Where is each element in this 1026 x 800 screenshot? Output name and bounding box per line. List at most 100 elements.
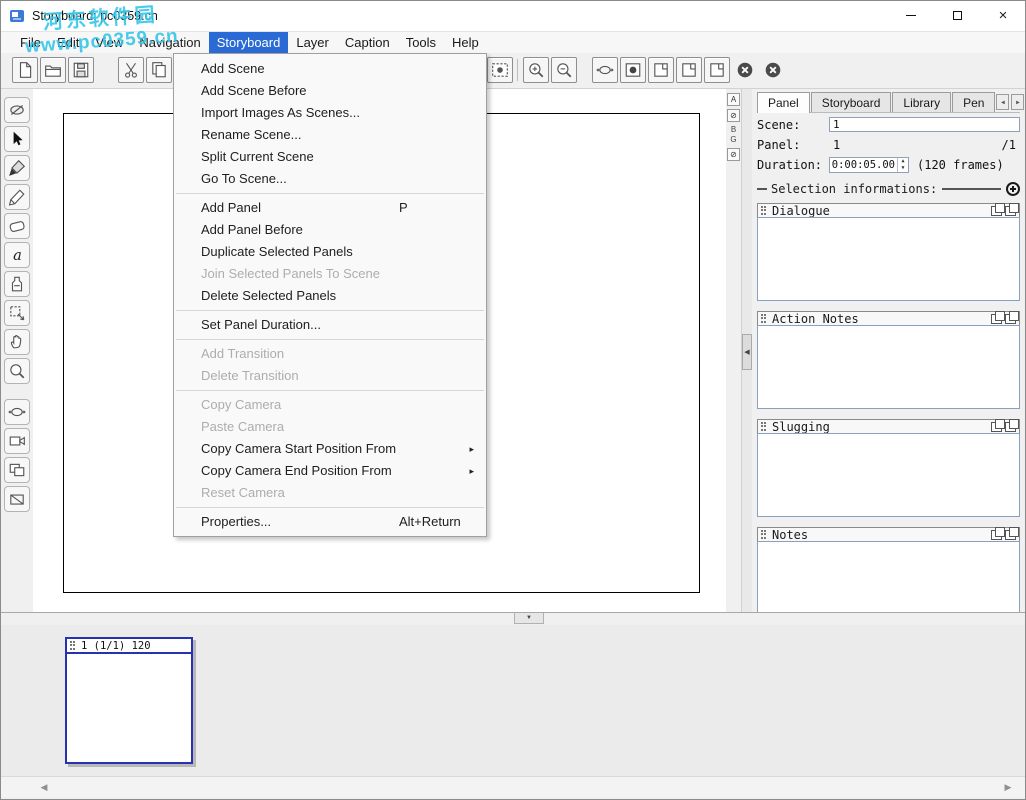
menu-item-split-current-scene[interactable]: Split Current Scene — [174, 146, 486, 168]
new-button[interactable] — [12, 57, 38, 83]
transition-button[interactable] — [592, 57, 618, 83]
menu-item-properties[interactable]: Properties... Alt+Return — [174, 511, 486, 533]
new-icon — [16, 61, 34, 79]
horizontal-scrollbar[interactable]: ◀ ▶ — [0, 776, 1026, 797]
menu-storyboard[interactable]: Storyboard — [209, 32, 289, 53]
tab-scroll-left-button[interactable]: ◀ — [996, 94, 1009, 110]
popout-icon[interactable] — [991, 530, 1002, 540]
layer-bg-hide-button[interactable]: ⊘ — [727, 148, 740, 161]
menu-item-add-panel-before[interactable]: Add Panel Before — [174, 219, 486, 241]
dialogue-textarea[interactable] — [757, 217, 1020, 301]
mask-button-2[interactable] — [760, 57, 786, 83]
menu-item-go-to-scene[interactable]: Go To Scene... — [174, 168, 486, 190]
panel-button-1[interactable] — [648, 57, 674, 83]
tab-storyboard[interactable]: Storyboard — [811, 92, 892, 112]
ellipse-tool-button[interactable] — [4, 399, 30, 425]
menu-help[interactable]: Help — [444, 32, 487, 53]
text-tool-button[interactable] — [4, 242, 30, 268]
zoom-toolbar-group — [523, 57, 577, 83]
tab-pen[interactable]: Pen — [952, 92, 995, 112]
menu-item-add-scene-before[interactable]: Add Scene Before — [174, 80, 486, 102]
zoom-out-button[interactable] — [551, 57, 577, 83]
slugging-header-icons — [991, 422, 1016, 432]
vertical-splitter[interactable]: ◀ — [741, 89, 752, 612]
action-notes-header[interactable]: Action Notes — [757, 311, 1020, 326]
capture-button[interactable] — [487, 57, 513, 83]
tab-panel[interactable]: Panel — [757, 92, 810, 113]
menu-navigation[interactable]: Navigation — [131, 32, 208, 53]
cutter-icon — [8, 101, 26, 119]
expand-info-icon[interactable] — [1006, 182, 1020, 196]
expand-icon[interactable] — [1005, 422, 1016, 432]
popout-icon[interactable] — [991, 422, 1002, 432]
cut-button[interactable] — [118, 57, 144, 83]
pencil-tool-button[interactable] — [4, 184, 30, 210]
close-icon: × — [999, 8, 1008, 23]
menu-item-copy-camera-end[interactable]: Copy Camera End Position From ▸ — [174, 460, 486, 482]
minimize-button[interactable] — [888, 0, 934, 32]
menu-file[interactable]: File — [12, 32, 49, 53]
shape-tool-button[interactable] — [4, 486, 30, 512]
zoom-in-button[interactable] — [523, 57, 549, 83]
camera-tool-button[interactable] — [4, 428, 30, 454]
panel-button-3[interactable] — [704, 57, 730, 83]
save-button[interactable] — [68, 57, 94, 83]
slugging-header[interactable]: Slugging — [757, 419, 1020, 434]
select-icon — [8, 130, 26, 148]
expand-icon[interactable] — [1005, 530, 1016, 540]
menu-item-rename-scene[interactable]: Rename Scene... — [174, 124, 486, 146]
close-button[interactable]: × — [980, 0, 1026, 32]
paint-tool-button[interactable] — [4, 271, 30, 297]
tab-scroll-right-button[interactable]: ▶ — [1011, 94, 1024, 110]
menu-tools[interactable]: Tools — [398, 32, 444, 53]
eraser-tool-button[interactable] — [4, 213, 30, 239]
popout-icon[interactable] — [991, 314, 1002, 324]
action-notes-textarea[interactable] — [757, 325, 1020, 409]
frames-tool-button[interactable] — [4, 457, 30, 483]
panel-thumbnail[interactable]: 1 (1/1) 120 — [65, 637, 193, 764]
tab-library[interactable]: Library — [892, 92, 951, 112]
panel-icon — [652, 61, 670, 79]
menu-view[interactable]: View — [87, 32, 131, 53]
dialogue-header[interactable]: Dialogue — [757, 203, 1020, 218]
menu-item-add-scene[interactable]: Add Scene — [174, 58, 486, 80]
horizontal-splitter[interactable]: ▼ — [0, 612, 1026, 625]
copy-button[interactable] — [146, 57, 172, 83]
popout-icon[interactable] — [991, 206, 1002, 216]
layer-a-button[interactable]: A — [727, 93, 740, 106]
snapshot-button[interactable] — [620, 57, 646, 83]
panel-button-2[interactable] — [676, 57, 702, 83]
layer-a-hide-button[interactable]: ⊘ — [727, 109, 740, 122]
menu-item-copy-camera-start[interactable]: Copy Camera Start Position From ▸ — [174, 438, 486, 460]
mask-button-1[interactable] — [732, 57, 758, 83]
collapse-panel-button[interactable]: ◀ — [742, 334, 752, 370]
zoom-tool-button[interactable] — [4, 358, 30, 384]
notes-header[interactable]: Notes — [757, 527, 1020, 542]
slugging-textarea[interactable] — [757, 433, 1020, 517]
collapse-timeline-button[interactable]: ▼ — [514, 613, 544, 624]
scene-input[interactable]: 1 — [829, 117, 1020, 132]
select-tool-button[interactable] — [4, 126, 30, 152]
transform-tool-button[interactable] — [4, 300, 30, 326]
duration-spin-arrows[interactable]: ▲ ▼ — [897, 158, 908, 172]
menu-caption[interactable]: Caption — [337, 32, 398, 53]
expand-icon[interactable] — [1005, 206, 1016, 216]
hand-tool-button[interactable] — [4, 329, 30, 355]
menu-edit[interactable]: Edit — [49, 32, 87, 53]
maximize-button[interactable] — [934, 0, 980, 32]
panel-row: Panel: 1 /1 — [757, 136, 1020, 153]
menu-item-add-panel[interactable]: Add Panel P — [174, 197, 486, 219]
menu-item-set-panel-duration[interactable]: Set Panel Duration... — [174, 314, 486, 336]
menu-item-import-images[interactable]: Import Images As Scenes... — [174, 102, 486, 124]
scroll-right-button[interactable]: ▶ — [1000, 779, 1016, 795]
cutter-tool-button[interactable] — [4, 97, 30, 123]
brush-tool-button[interactable] — [4, 155, 30, 181]
open-button[interactable] — [40, 57, 66, 83]
expand-icon[interactable] — [1005, 314, 1016, 324]
menu-item-delete-selected-panels[interactable]: Delete Selected Panels — [174, 285, 486, 307]
menu-layer[interactable]: Layer — [288, 32, 337, 53]
duration-spinbox[interactable]: 0:00:05.00 ▲ ▼ — [829, 157, 909, 173]
scroll-left-button[interactable]: ◀ — [36, 779, 52, 795]
menu-item-duplicate-selected-panels[interactable]: Duplicate Selected Panels — [174, 241, 486, 263]
divider-line — [757, 188, 767, 190]
